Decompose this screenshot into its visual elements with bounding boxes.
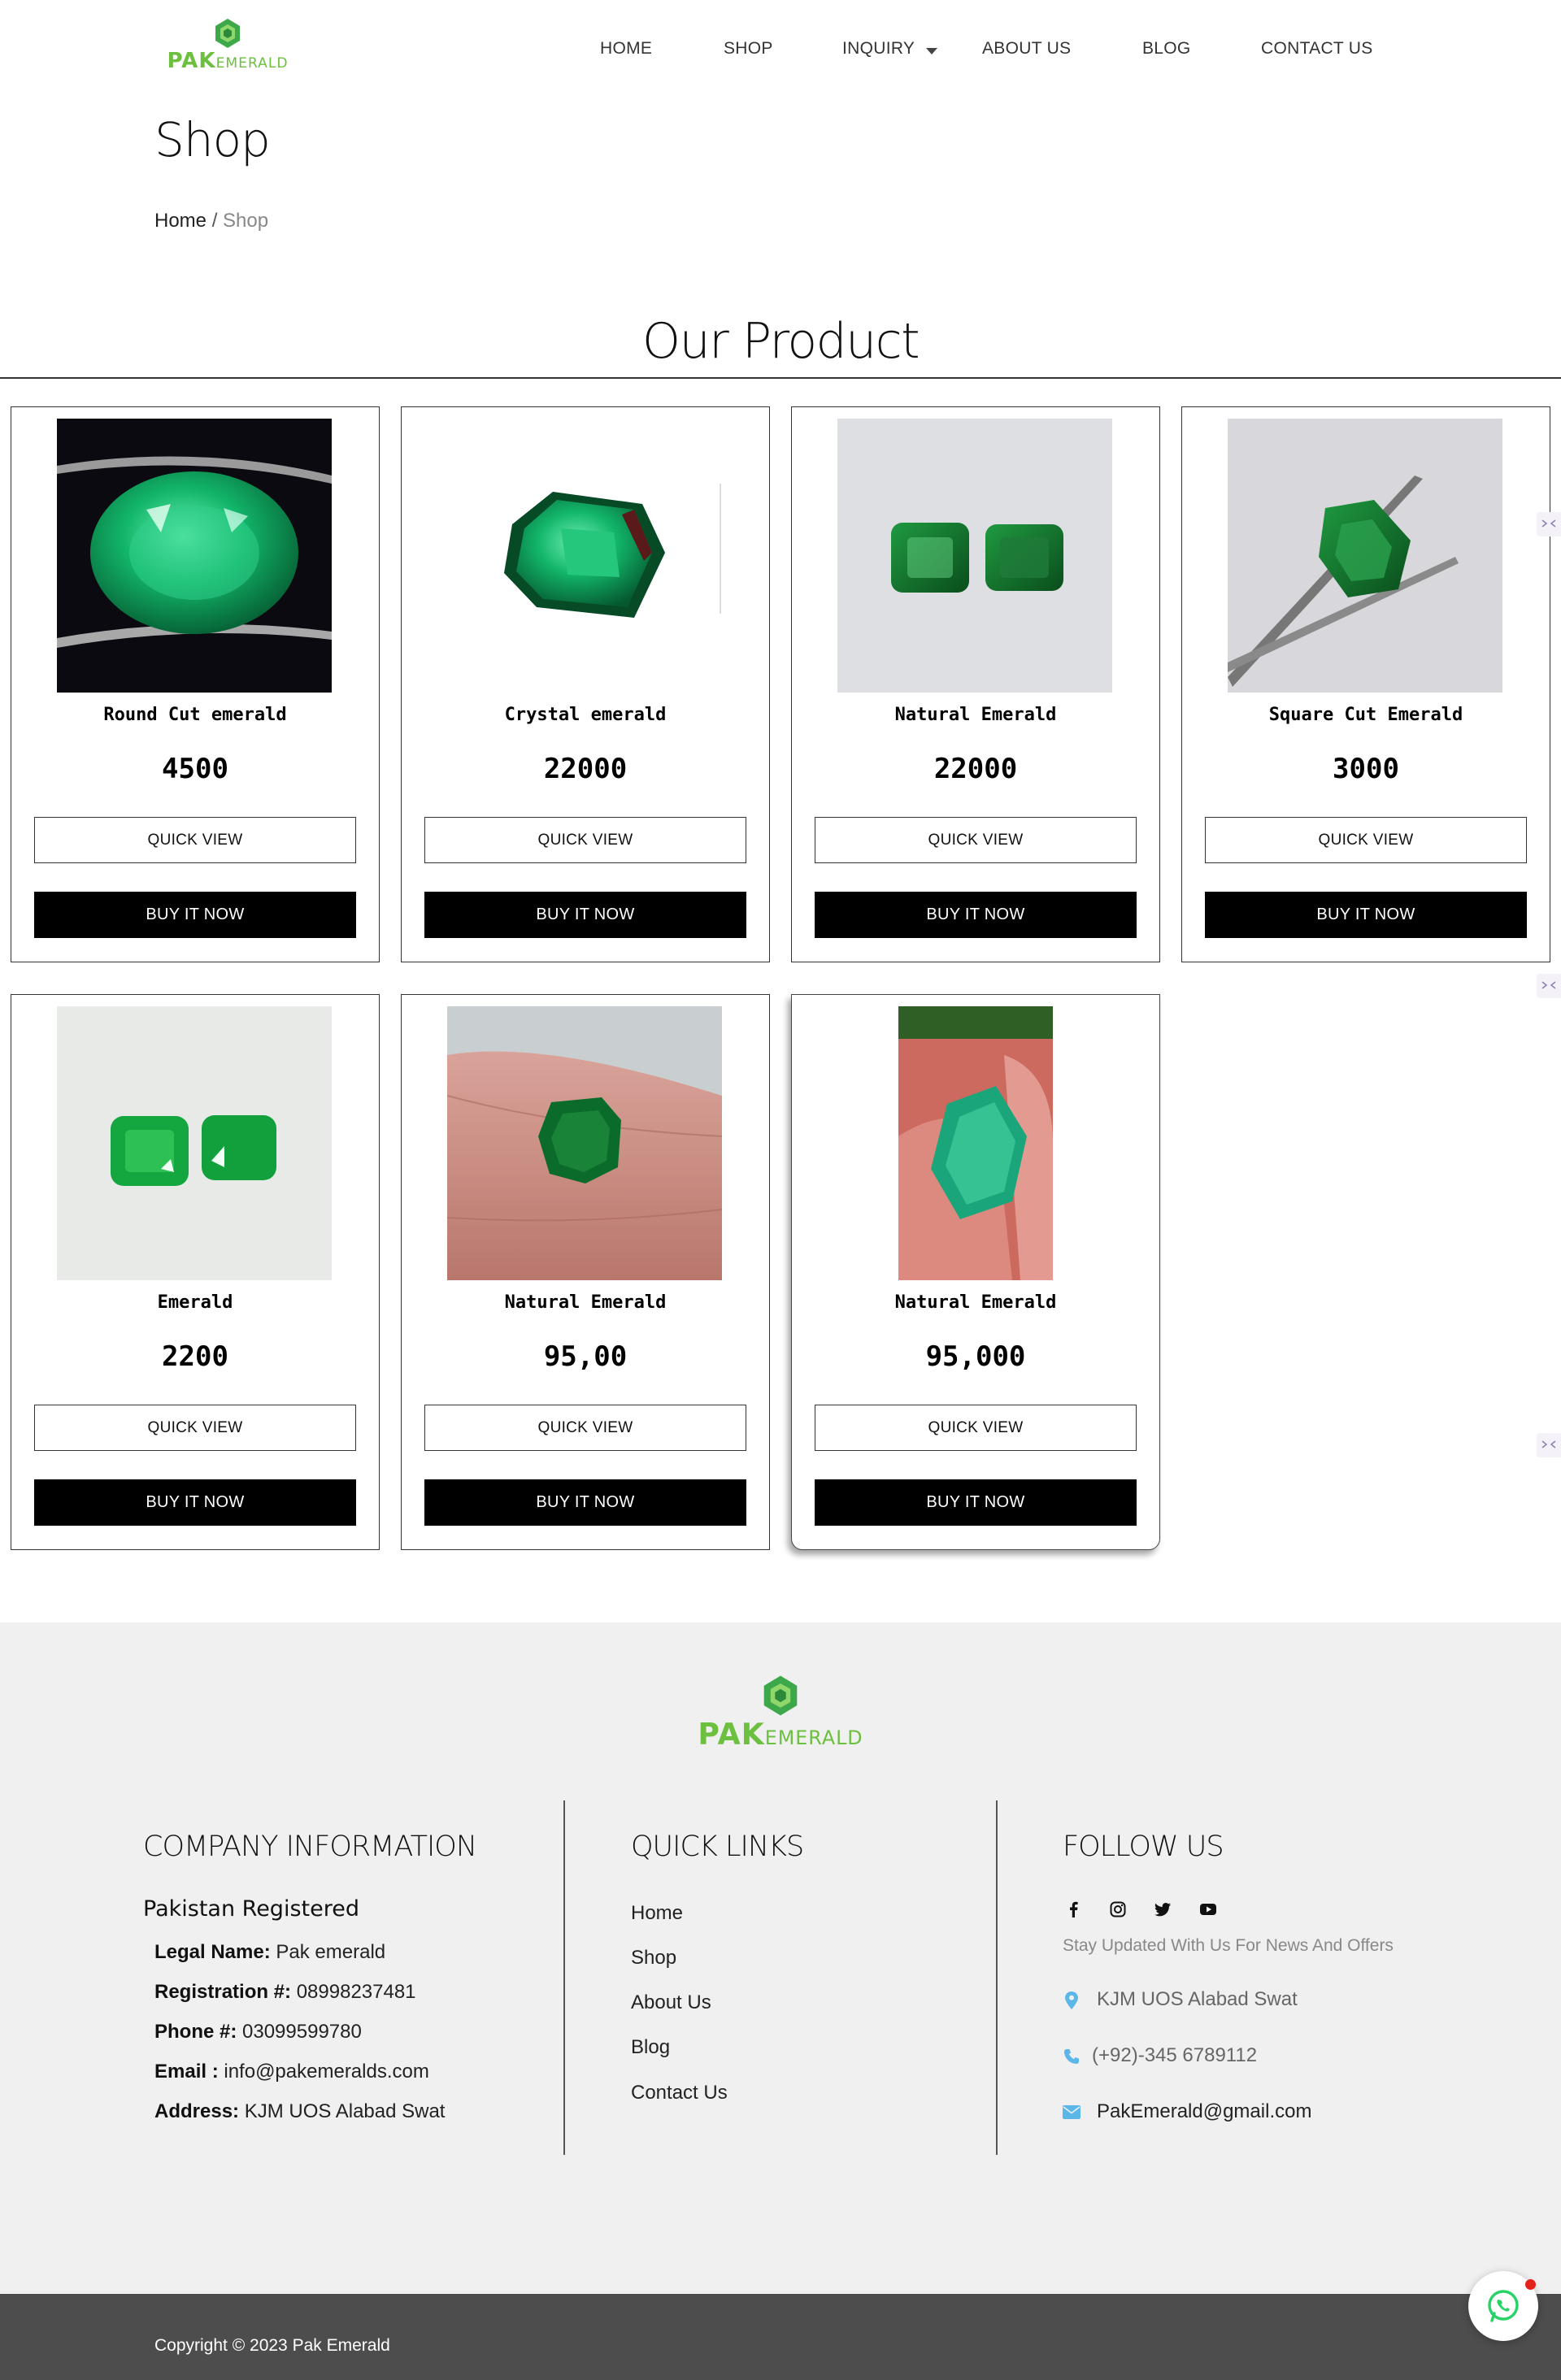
quick-view-button[interactable]: QUICK VIEW (815, 1405, 1137, 1451)
nav-blog[interactable]: BLOG (1142, 39, 1191, 59)
buy-now-button[interactable]: BUY IT NOW (424, 892, 746, 938)
product-name: Natural Emerald (504, 1292, 667, 1313)
footer-divider (563, 1800, 565, 2155)
buy-now-button[interactable]: BUY IT NOW (424, 1479, 746, 1526)
nav-about[interactable]: ABOUT US (982, 39, 1071, 59)
nav-shop[interactable]: SHOP (724, 39, 773, 59)
footer-divider (996, 1800, 998, 2155)
breadcrumb-separator: / (211, 210, 218, 232)
product-card[interactable]: Natural Emerald 22000 QUICK VIEW BUY IT … (791, 406, 1160, 962)
product-image[interactable] (898, 1006, 1053, 1280)
twitter-icon[interactable] (1154, 1900, 1172, 1918)
youtube-icon[interactable] (1199, 1900, 1217, 1918)
product-image[interactable] (57, 1006, 332, 1280)
breadcrumb-current: Shop (223, 210, 269, 232)
copyright: Copyright © 2023 Pak Emerald (154, 2336, 390, 2355)
product-price: 22000 (933, 753, 1018, 785)
chevron-down-icon (926, 48, 938, 55)
product-price: 95,00 (543, 1340, 628, 1373)
address-row: Address: KJM UOS Alabad Swat (154, 2100, 446, 2122)
quick-view-button[interactable]: QUICK VIEW (815, 817, 1137, 863)
company-info-title: COMPANY INFORMATION (143, 1831, 477, 1863)
product-image[interactable] (1228, 419, 1502, 693)
whatsapp-icon (1488, 2290, 1519, 2322)
nav-inquiry[interactable]: INQUIRY (842, 39, 938, 59)
product-name: Crystal emerald (504, 705, 667, 725)
product-name: Round Cut emerald (103, 705, 287, 725)
emerald-logo-icon (763, 1675, 798, 1716)
page-title: Shop (154, 112, 271, 167)
buy-now-button[interactable]: BUY IT NOW (815, 1479, 1137, 1526)
main-nav: HOME SHOP INQUIRY ABOUT US BLOG CONTACT … (0, 39, 1561, 65)
footer-address: KJM UOS Alabad Swat (1063, 1988, 1298, 2011)
follow-subtitle: Stay Updated With Us For News And Offers (1063, 1936, 1394, 1955)
registered-title: Pakistan Registered (143, 1896, 359, 1922)
product-card[interactable]: Square Cut Emerald 3000 QUICK VIEW BUY I… (1181, 406, 1550, 962)
email-row: Email : info@pakemeralds.com (154, 2061, 429, 2082)
instagram-icon[interactable] (1109, 1900, 1127, 1918)
legal-name-row: Legal Name: Pak emerald (154, 1941, 386, 1963)
footer-link-shop[interactable]: Shop (631, 1947, 676, 1970)
quick-view-button[interactable]: QUICK VIEW (34, 1405, 356, 1451)
quick-view-button[interactable]: QUICK VIEW (34, 817, 356, 863)
side-widget-icon[interactable] (1537, 974, 1561, 998)
product-card[interactable]: Crystal emerald 22000 QUICK VIEW BUY IT … (401, 406, 770, 962)
quick-view-button[interactable]: QUICK VIEW (1205, 817, 1527, 863)
side-widget-icon[interactable] (1537, 1433, 1561, 1457)
side-widget-icon[interactable] (1537, 512, 1561, 536)
buy-now-button[interactable]: BUY IT NOW (34, 892, 356, 938)
logo-wordmark: PAKEMERALD (698, 1717, 863, 1752)
quick-view-button[interactable]: QUICK VIEW (424, 817, 746, 863)
phone-icon (1064, 2048, 1079, 2064)
product-card[interactable]: Round Cut emerald 4500 QUICK VIEW BUY IT… (11, 406, 380, 962)
product-price: 3000 (1333, 753, 1399, 785)
product-image[interactable] (447, 1006, 722, 1280)
product-name: Natural Emerald (894, 1292, 1057, 1313)
product-image[interactable] (447, 419, 722, 693)
buy-now-button[interactable]: BUY IT NOW (1205, 892, 1527, 938)
phone-row: Phone #: 03099599780 (154, 2021, 362, 2043)
product-price: 22000 (543, 753, 628, 785)
product-card[interactable]: Natural Emerald 95,000 QUICK VIEW BUY IT… (791, 994, 1160, 1550)
product-price: 95,000 (925, 1340, 1026, 1373)
nav-inquiry-label: INQUIRY (842, 39, 915, 58)
section-title: Our Product (641, 313, 920, 370)
map-marker-icon (1065, 1991, 1078, 2009)
product-name: Emerald (157, 1292, 233, 1313)
product-card[interactable]: Natural Emerald 95,00 QUICK VIEW BUY IT … (401, 994, 770, 1550)
product-image[interactable] (837, 419, 1112, 693)
footer-link-contact[interactable]: Contact Us (631, 2082, 728, 2104)
follow-us-title: FOLLOW US (1063, 1831, 1224, 1863)
breadcrumb: Home / Shop (154, 210, 268, 232)
footer-link-home[interactable]: Home (631, 1902, 683, 1925)
section-divider (0, 377, 1561, 379)
envelope-icon (1063, 2105, 1081, 2120)
footer-link-blog[interactable]: Blog (631, 2036, 670, 2059)
footer-phone: (+92)-345 6789112 (1063, 2044, 1257, 2067)
buy-now-button[interactable]: BUY IT NOW (815, 892, 1137, 938)
product-price: 2200 (162, 1340, 228, 1373)
facebook-icon[interactable] (1065, 1900, 1083, 1918)
registration-row: Registration #: 08998237481 (154, 1981, 416, 2003)
product-price: 4500 (162, 753, 228, 785)
nav-home[interactable]: HOME (600, 39, 652, 59)
whatsapp-chat-button[interactable] (1468, 2271, 1538, 2341)
product-image[interactable] (57, 419, 332, 693)
nav-contact[interactable]: CONTACT US (1261, 39, 1373, 59)
footer-logo[interactable]: PAKEMERALD (695, 1674, 866, 1752)
footer-link-about[interactable]: About Us (631, 1991, 711, 2014)
quick-view-button[interactable]: QUICK VIEW (424, 1405, 746, 1451)
footer-email[interactable]: PakEmerald@gmail.com (1063, 2100, 1311, 2123)
quick-links-title: QUICK LINKS (631, 1831, 804, 1863)
product-card[interactable]: Emerald 2200 QUICK VIEW BUY IT NOW (11, 994, 380, 1550)
product-name: Natural Emerald (894, 705, 1057, 725)
buy-now-button[interactable]: BUY IT NOW (34, 1479, 356, 1526)
notification-dot (1525, 2279, 1536, 2290)
product-name: Square Cut Emerald (1268, 705, 1463, 725)
breadcrumb-home[interactable]: Home (154, 210, 207, 232)
